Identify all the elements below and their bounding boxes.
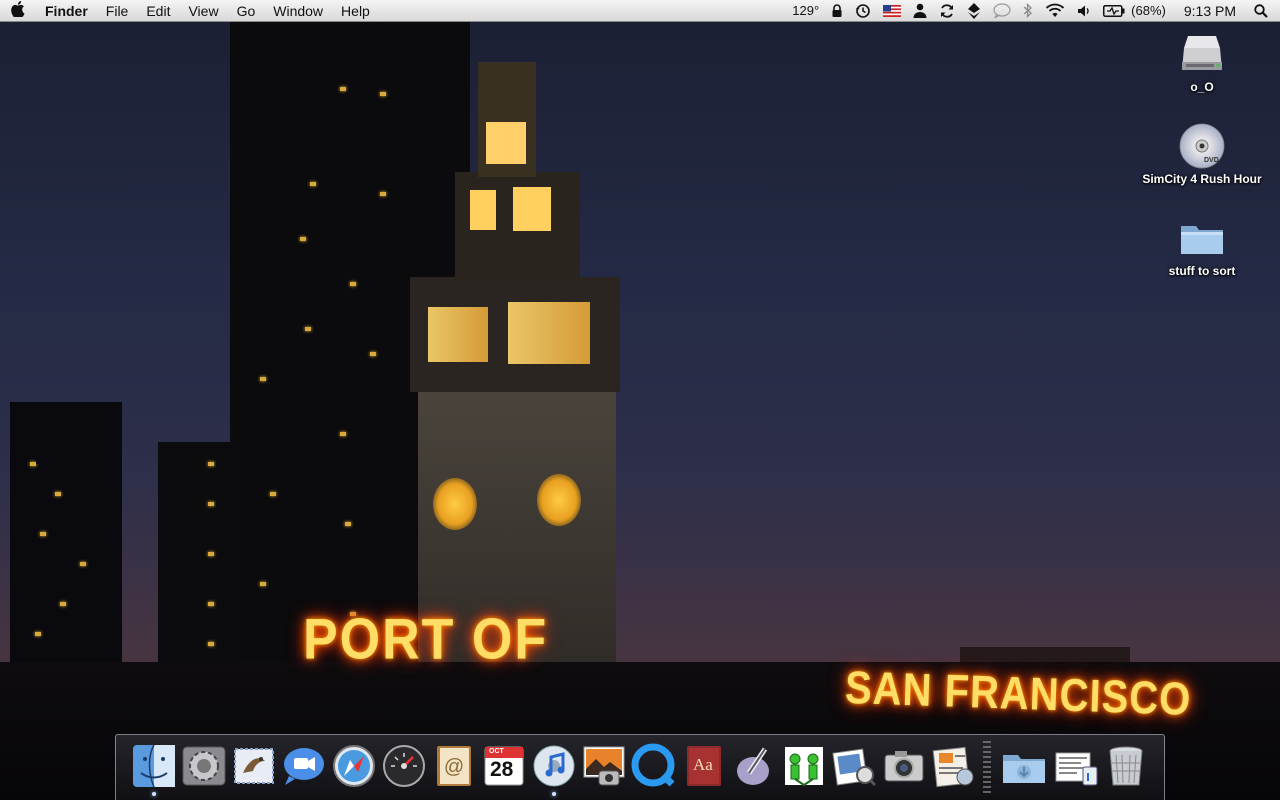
wallpaper-neon-sign-port-of: PORT OF (303, 608, 549, 672)
menu-go[interactable]: Go (228, 0, 265, 22)
downloads-folder-icon[interactable] (1001, 743, 1047, 789)
quicktime-icon[interactable] (631, 743, 677, 789)
apple-menu-icon[interactable] (0, 0, 36, 21)
time-machine-icon[interactable] (849, 3, 877, 19)
menu-window[interactable]: Window (264, 0, 332, 22)
desktop-icon-label: o_O (1190, 80, 1214, 94)
us-flag-icon[interactable] (877, 4, 907, 17)
trash-icon[interactable] (1103, 743, 1149, 789)
wifi-icon[interactable] (1039, 3, 1071, 18)
running-indicator (552, 792, 556, 796)
dvd-icon: DVD (1178, 122, 1226, 170)
battery-icon[interactable] (1097, 4, 1131, 17)
user-icon[interactable] (907, 3, 933, 18)
ichat-icon[interactable] (281, 743, 327, 789)
menu-help[interactable]: Help (332, 0, 379, 22)
itunes-icon[interactable] (531, 743, 577, 789)
lock-icon[interactable] (825, 3, 849, 18)
wallpaper-clock-right (537, 474, 581, 526)
clock[interactable]: 9:13 PM (1172, 0, 1248, 22)
menu-edit[interactable]: Edit (137, 0, 179, 22)
dashboard-icon[interactable] (381, 743, 427, 789)
desktop-wallpaper: PORT OF SAN FRANCISCO (0, 22, 1280, 800)
pages-icon[interactable] (931, 743, 977, 789)
wallpaper-tower-spire (478, 62, 536, 177)
volume-icon[interactable] (1071, 4, 1097, 18)
dictionary-label: Aa (693, 755, 713, 774)
image-capture-icon[interactable] (881, 743, 927, 789)
desktop-icon-hard-drive[interactable]: o_O (1142, 30, 1262, 94)
ical-day: 28 (490, 758, 514, 781)
wallpaper-clock-left (433, 478, 477, 530)
iphoto-icon[interactable] (581, 743, 627, 789)
family-tree-icon[interactable] (781, 743, 827, 789)
bluetooth-icon[interactable] (1017, 3, 1039, 18)
desktop-icon-dvd[interactable]: DVD SimCity 4 Rush Hour (1142, 122, 1262, 186)
hard-drive-icon (1178, 30, 1226, 78)
script-editor-icon[interactable] (731, 743, 777, 789)
spotlight-icon[interactable] (1248, 3, 1274, 18)
preview-icon[interactable] (831, 743, 877, 789)
menu-bar: Finder File Edit View Go Window Help 129… (0, 0, 1280, 22)
address-book-icon[interactable]: @ (431, 743, 477, 789)
dock: @ OCT 28 Aa (115, 734, 1165, 800)
vpn-icon[interactable] (961, 2, 987, 19)
battery-percentage[interactable]: (68%) (1131, 0, 1172, 22)
menu-view[interactable]: View (179, 0, 227, 22)
desktop-icon-label: SimCity 4 Rush Hour (1142, 172, 1262, 186)
wallpaper-skyscraper-top (290, 22, 410, 62)
finder-icon[interactable] (131, 743, 177, 789)
wallpaper-building-left-top (36, 404, 106, 464)
ical-month: OCT (489, 748, 504, 755)
folder-icon (1178, 214, 1226, 262)
wallpaper-tower-upper (455, 172, 580, 282)
mail-icon[interactable] (231, 743, 277, 789)
svg-text:@: @ (444, 756, 464, 778)
menu-file[interactable]: File (97, 0, 138, 22)
wallpaper-tower-belfry (410, 277, 620, 392)
desktop-icon-folder[interactable]: stuff to sort (1142, 214, 1262, 278)
documents-stack-icon[interactable] (1053, 743, 1099, 789)
running-indicator (152, 792, 156, 796)
svg-text:DVD: DVD (1204, 157, 1219, 164)
ical-icon[interactable]: OCT 28 (481, 743, 527, 789)
dictionary-icon[interactable]: Aa (681, 743, 727, 789)
chat-icon[interactable] (987, 3, 1017, 18)
temperature-status[interactable]: 129° (786, 0, 825, 22)
dock-separator (983, 741, 991, 793)
app-menu-finder[interactable]: Finder (36, 0, 97, 22)
desktop-icon-label: stuff to sort (1168, 264, 1236, 278)
safari-icon[interactable] (331, 743, 377, 789)
system-preferences-icon[interactable] (181, 743, 227, 789)
sync-icon[interactable] (933, 3, 961, 19)
